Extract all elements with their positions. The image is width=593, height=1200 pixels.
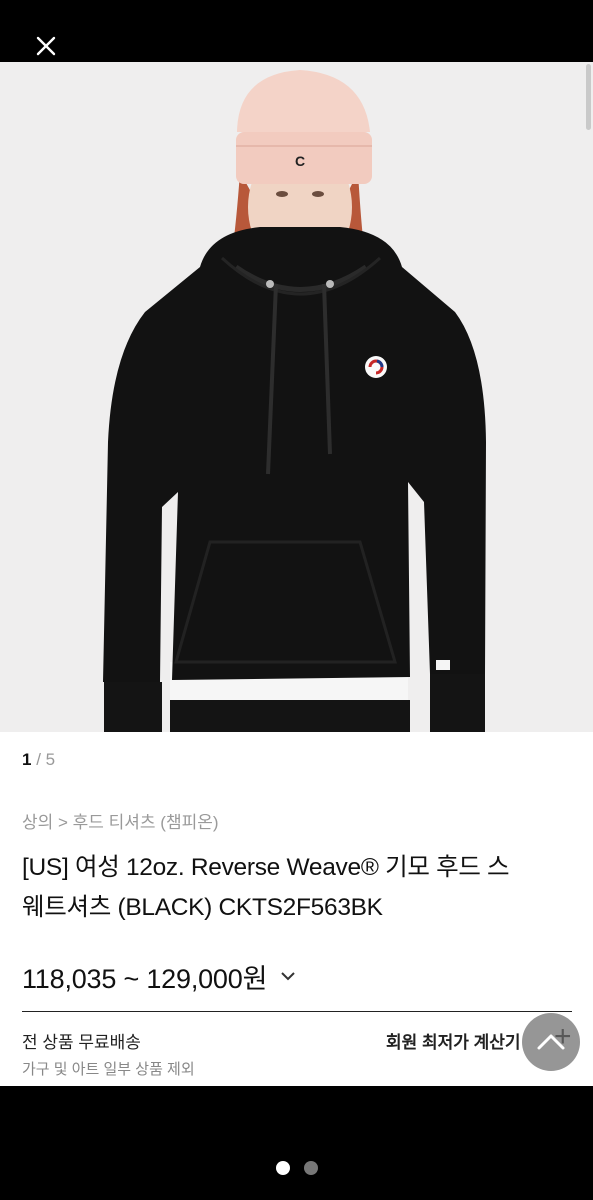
chevron-down-icon <box>281 972 295 981</box>
product-title-line2: 웨트셔츠 (BLACK) CKTS2F563BK <box>22 894 383 921</box>
pager-separator: / <box>31 750 46 769</box>
product-photo-illustration: C <box>0 62 593 732</box>
price-range: 118,035 ~ 129,000원 <box>22 963 268 994</box>
product-image[interactable]: C <box>0 62 593 732</box>
scroll-to-top-button[interactable] <box>522 1013 580 1071</box>
page-indicator-dot-active[interactable] <box>276 1161 290 1175</box>
price-dropdown[interactable]: 118,035 ~ 129,000원 <box>22 958 297 994</box>
product-info-panel: 1 / 5 상의 > 후드 티셔츠 (챔피온) [US] 여성 12oz. Re… <box>0 732 593 1086</box>
pager-total: 5 <box>45 750 56 769</box>
product-title: [US] 여성 12oz. Reverse Weave® 기모 후드 스 웨트셔… <box>22 848 577 928</box>
divider <box>22 1011 572 1012</box>
member-price-calculator-button[interactable]: 회원 최저가 계산기 <box>386 1028 521 1053</box>
bottom-bar <box>0 1086 593 1200</box>
image-pager: 1 / 5 <box>22 750 55 770</box>
scrollbar[interactable] <box>586 64 591 130</box>
page-indicator-dot[interactable] <box>304 1161 318 1175</box>
svg-text:C: C <box>295 153 305 169</box>
free-shipping-text: 전 상품 무료배송 <box>22 1033 141 1052</box>
shipping-exception-text: 가구 및 아트 일부 상품 제외 <box>22 1061 195 1078</box>
top-bar <box>0 0 593 62</box>
breadcrumb[interactable]: 상의 > 후드 티셔츠 (챔피온) <box>22 808 219 833</box>
chevron-up-icon <box>537 1034 565 1050</box>
product-title-line1: [US] 여성 12oz. Reverse Weave® 기모 후드 스 <box>22 854 510 881</box>
close-icon[interactable] <box>30 30 62 62</box>
